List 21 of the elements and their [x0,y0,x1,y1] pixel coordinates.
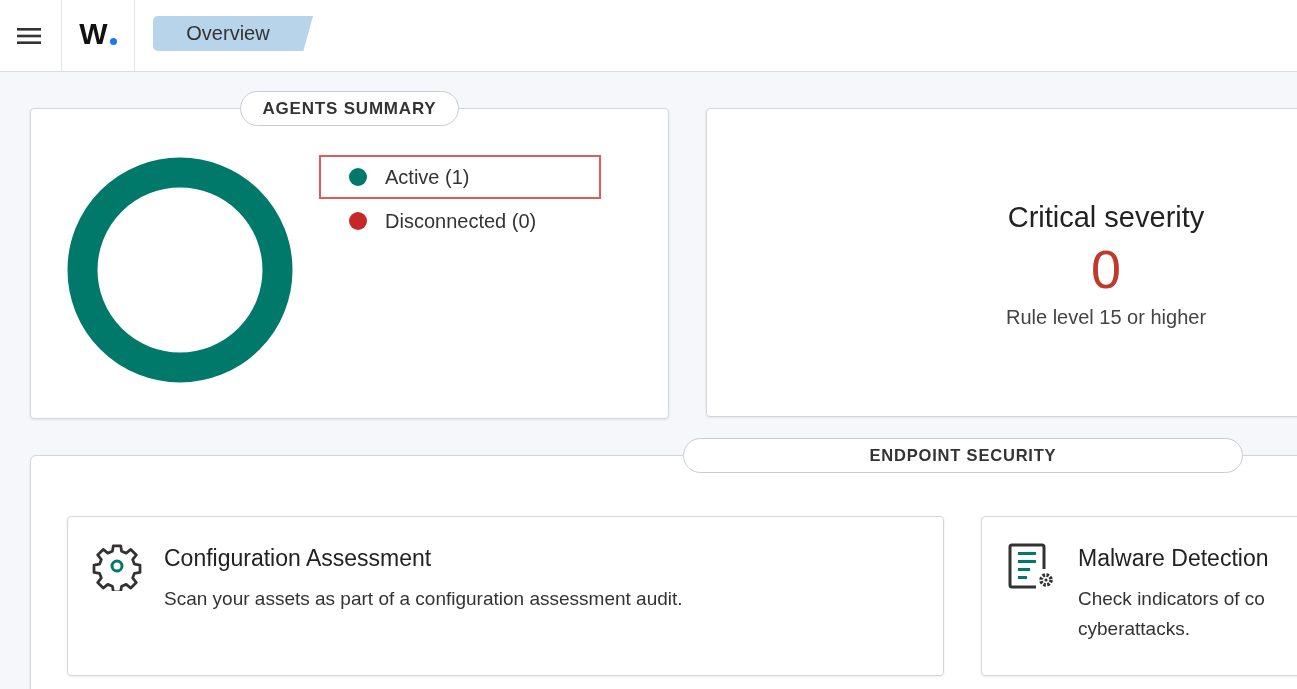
document-gear-icon [1006,541,1056,591]
module-card[interactable]: Configuration Assessment Scan your assets as part of a configuration assessment audit. [67,516,944,676]
module-description: cyberattacks. [1078,617,1191,641]
card-subtitle: Rule level 15 or higher [1005,306,1207,330]
alert-count: 0 [1090,238,1121,301]
module-title: Configuration Assessment [164,545,433,572]
module-card[interactable]: Malware Detection Check indicators of co cyberattacks. [981,516,1297,676]
section-title: ENDPOINT SECURITY [683,438,1243,473]
section-title: AGENTS SUMMARY [239,91,460,126]
overview-tab[interactable]: Overview [153,16,313,51]
legend-label: Active (1) [385,165,470,189]
legend-item[interactable]: Disconnected (0) [319,199,601,243]
card-title: Critical severity [1007,201,1205,234]
logo-text: W [79,16,108,51]
gear-icon [92,541,142,591]
highlighted-legend-item[interactable]: Active (1) [319,155,601,199]
module-description: Scan your assets as part of a configuration assessment audit. [164,587,683,611]
module-title: Malware Detection [1078,545,1269,572]
module-description: Check indicators of co [1078,587,1266,611]
legend-label: Disconnected (0) [385,209,537,233]
logo-dot-icon [109,38,117,45]
